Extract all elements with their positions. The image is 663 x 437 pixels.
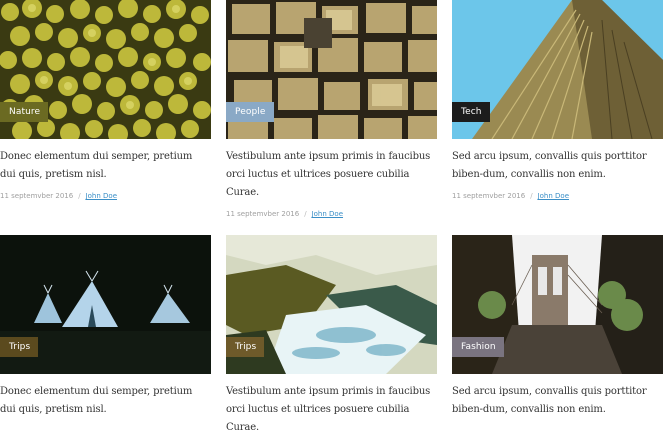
post-date: 11 septemvber 2016 [452,192,526,200]
post-date: 11 septemvber 2016 [0,192,74,200]
category-badge[interactable]: Trips [0,337,39,357]
category-badge[interactable]: Tech [452,102,490,122]
meta-separator: / [78,192,81,200]
post-thumbnail[interactable]: Fashion [452,235,663,374]
post-title[interactable]: Sed arcu ipsum, convallis quis porttitor… [452,383,663,419]
post-title[interactable]: Vestibulum ante ipsum primis in faucibus… [226,383,437,437]
author-link[interactable]: John Doe [86,192,117,200]
post-thumbnail[interactable]: Trips [226,235,437,374]
post-thumbnail[interactable]: Tech [452,0,663,139]
post-title[interactable]: Donec elementum dui semper, pretium dui … [0,148,211,184]
category-badge[interactable]: Trips [226,337,265,357]
post-card-trips-2[interactable]: Trips Vestibulum ante ipsum primis in fa… [226,235,437,437]
meta-separator: / [304,210,307,218]
post-card-trips-1[interactable]: Trips Donec elementum dui semper, pretiu… [0,235,211,419]
post-thumbnail[interactable]: Trips [0,235,211,374]
post-thumbnail[interactable]: Nature [0,0,211,139]
post-card-tech[interactable]: Tech Sed arcu ipsum, convallis quis port… [452,0,663,200]
post-date: 11 septemvber 2016 [226,210,300,218]
post-thumbnail[interactable]: People [226,0,437,139]
author-link[interactable]: John Doe [312,210,343,218]
post-title[interactable]: Donec elementum dui semper, pretium dui … [0,383,211,419]
post-meta: 11 septemvber 2016 / John Doe [452,192,663,200]
post-meta: 11 septemvber 2016 / John Doe [226,210,437,218]
post-card-fashion[interactable]: Fashion Sed arcu ipsum, convallis quis p… [452,235,663,419]
post-card-nature[interactable]: Nature Donec elementum dui semper, preti… [0,0,211,200]
post-title[interactable]: Vestibulum ante ipsum primis in faucibus… [226,148,437,202]
post-title[interactable]: Sed arcu ipsum, convallis quis porttitor… [452,148,663,184]
category-badge[interactable]: Nature [0,102,49,122]
author-link[interactable]: John Doe [538,192,569,200]
meta-separator: / [530,192,533,200]
post-meta: 11 septemvber 2016 / John Doe [0,192,211,200]
category-badge[interactable]: People [226,102,274,122]
category-badge[interactable]: Fashion [452,337,504,357]
post-card-people[interactable]: People Vestibulum ante ipsum primis in f… [226,0,437,218]
